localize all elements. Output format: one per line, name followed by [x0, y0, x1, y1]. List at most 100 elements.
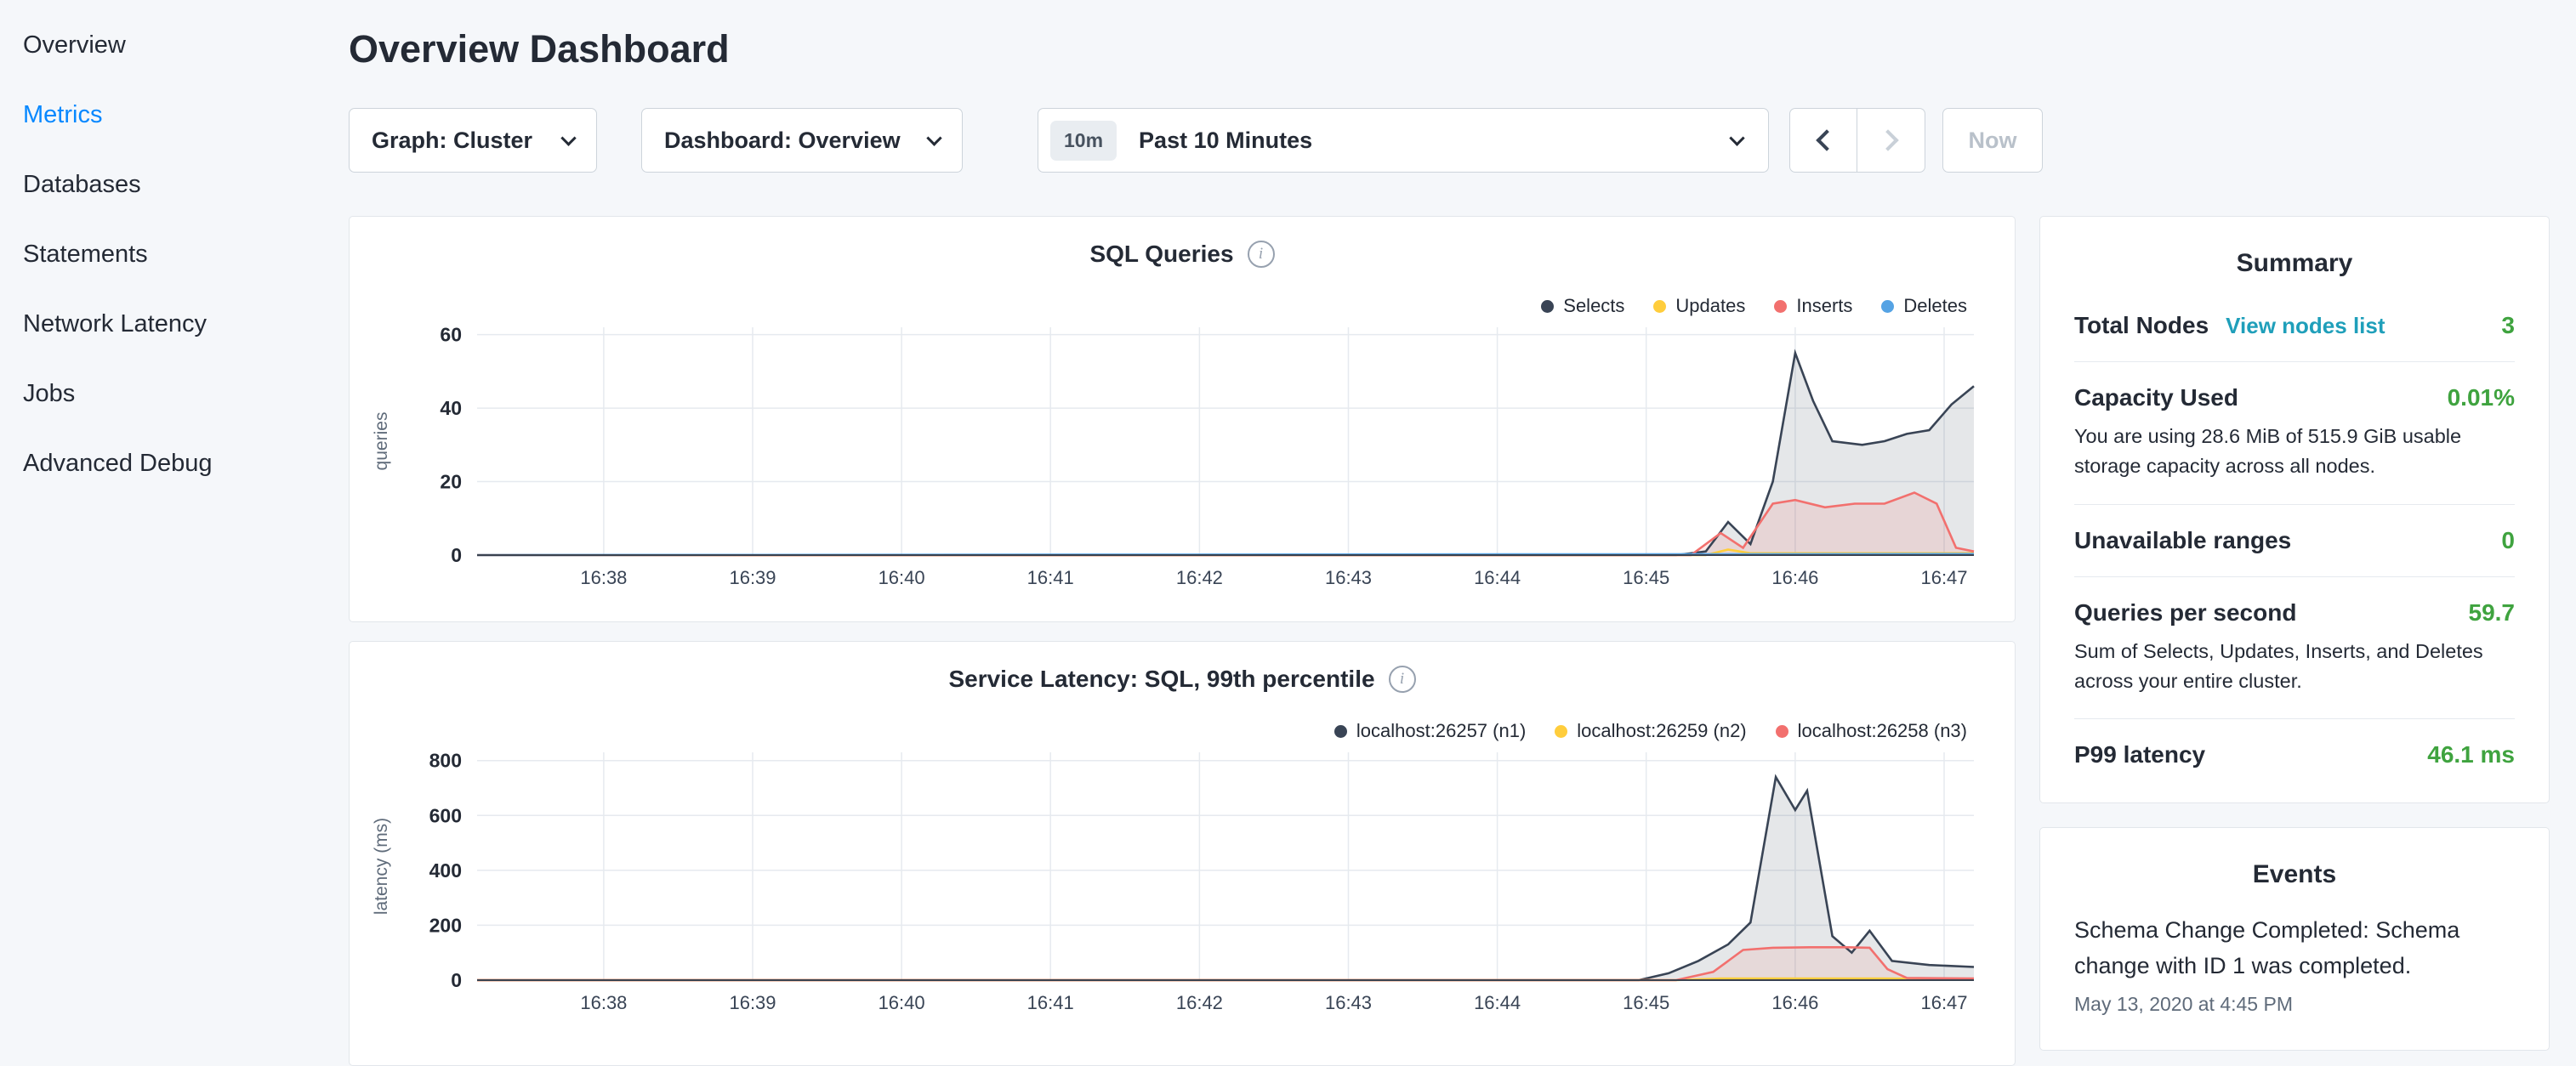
event-message: Schema Change Completed: Schema change w…: [2074, 913, 2515, 984]
summary-row-total-nodes: Total Nodes View nodes list 3: [2074, 290, 2515, 362]
unavailable-ranges-label: Unavailable ranges: [2074, 527, 2291, 554]
chevron-right-icon: [1877, 129, 1898, 150]
chevron-down-icon: [1729, 130, 1744, 145]
controls-bar: Graph: Cluster Dashboard: Overview 10m P…: [349, 108, 2043, 173]
page-title: Overview Dashboard: [349, 27, 730, 71]
svg-text:16:46: 16:46: [1771, 567, 1818, 588]
svg-text:0: 0: [451, 969, 462, 991]
sidebar-item-metrics[interactable]: Metrics: [0, 80, 340, 150]
legend-label: localhost:26257 (n1): [1356, 720, 1526, 742]
legend-label: localhost:26258 (n3): [1798, 720, 1967, 742]
svg-text:16:40: 16:40: [879, 992, 925, 1013]
summary-row-p99-latency: P99 latency 46.1 ms: [2074, 719, 2515, 791]
chart-title-row: SQL Queries i: [350, 241, 2015, 268]
svg-text:latency (ms): latency (ms): [372, 818, 391, 915]
sidebar-item-advanced-debug[interactable]: Advanced Debug: [0, 428, 340, 498]
view-nodes-list-link[interactable]: View nodes list: [2226, 313, 2385, 339]
sidebar-item-overview[interactable]: Overview: [0, 10, 340, 80]
p99-latency-label: P99 latency: [2074, 741, 2205, 768]
svg-text:16:41: 16:41: [1027, 567, 1074, 588]
now-button[interactable]: Now: [1942, 108, 2043, 173]
legend-label: Inserts: [1796, 295, 1852, 317]
legend-dot-icon: [1334, 725, 1347, 738]
right-column: Summary Total Nodes View nodes list 3 Ca…: [2039, 216, 2550, 1051]
svg-text:16:46: 16:46: [1771, 992, 1818, 1013]
time-forward-button[interactable]: [1857, 108, 1925, 173]
legend-item[interactable]: localhost:26258 (n3): [1776, 720, 1967, 742]
event-item[interactable]: Schema Change Completed: Schema change w…: [2074, 913, 2515, 1016]
legend-label: Selects: [1563, 295, 1624, 317]
legend-dot-icon: [1653, 300, 1666, 313]
svg-text:16:42: 16:42: [1176, 992, 1223, 1013]
info-icon[interactable]: i: [1389, 666, 1416, 693]
info-icon[interactable]: i: [1248, 241, 1275, 268]
total-nodes-label: Total Nodes: [2074, 312, 2209, 339]
sidebar-item-jobs[interactable]: Jobs: [0, 359, 340, 428]
unavailable-ranges-value: 0: [2501, 527, 2515, 554]
svg-text:40: 40: [440, 397, 462, 419]
svg-text:16:44: 16:44: [1474, 567, 1521, 588]
capacity-used-description: You are using 28.6 MiB of 515.9 GiB usab…: [2074, 422, 2515, 482]
chart-title: SQL Queries: [1089, 241, 1233, 268]
svg-text:800: 800: [429, 750, 462, 772]
legend-label: Updates: [1675, 295, 1745, 317]
svg-text:60: 60: [440, 324, 462, 346]
legend-dot-icon: [1776, 725, 1788, 738]
events-title: Events: [2074, 828, 2515, 901]
chart-plot: 020040060080016:3816:3916:4016:4116:4216…: [350, 740, 2016, 1038]
legend-dot-icon: [1541, 300, 1554, 313]
svg-text:16:44: 16:44: [1474, 992, 1521, 1013]
queries-per-second-description: Sum of Selects, Updates, Inserts, and De…: [2074, 637, 2515, 697]
svg-text:queries: queries: [372, 412, 391, 471]
chevron-down-icon: [926, 130, 941, 145]
legend-dot-icon: [1555, 725, 1567, 738]
svg-text:16:43: 16:43: [1325, 567, 1372, 588]
summary-row-unavailable-ranges: Unavailable ranges 0: [2074, 505, 2515, 577]
svg-text:16:47: 16:47: [1920, 992, 1967, 1013]
svg-text:16:43: 16:43: [1325, 992, 1372, 1013]
sidebar-item-statements[interactable]: Statements: [0, 219, 340, 289]
svg-text:16:39: 16:39: [729, 992, 776, 1013]
legend-item[interactable]: localhost:26259 (n2): [1555, 720, 1746, 742]
chart-plot: 0 20 40 60 16:38 16:39 16:40 16:41 16:42 16:43 16:…: [350, 315, 2016, 613]
total-nodes-value: 3: [2501, 312, 2515, 339]
legend-dot-icon: [1881, 300, 1894, 313]
chevron-down-icon: [560, 130, 576, 145]
svg-text:0: 0: [451, 544, 462, 566]
time-range-badge: 10m: [1050, 121, 1117, 161]
dashboard-dropdown-label: Dashboard: Overview: [664, 128, 901, 154]
legend-item[interactable]: Deletes: [1881, 295, 1967, 317]
graph-dropdown[interactable]: Graph: Cluster: [349, 108, 597, 173]
queries-per-second-value: 59.7: [2469, 599, 2516, 627]
svg-text:16:40: 16:40: [879, 567, 925, 588]
summary-row-queries-per-second: Queries per second 59.7 Sum of Selects, …: [2074, 577, 2515, 720]
legend-label: Deletes: [1903, 295, 1967, 317]
sidebar-item-network-latency[interactable]: Network Latency: [0, 289, 340, 359]
sql-queries-chart-card: SQL Queries i Selects Updates Inserts Delet…: [349, 216, 2016, 622]
legend-item[interactable]: Inserts: [1774, 295, 1852, 317]
legend-dot-icon: [1774, 300, 1787, 313]
dashboard-dropdown[interactable]: Dashboard: Overview: [641, 108, 963, 173]
event-timestamp: May 13, 2020 at 4:45 PM: [2074, 993, 2515, 1016]
summary-panel: Summary Total Nodes View nodes list 3 Ca…: [2039, 216, 2550, 803]
svg-text:16:39: 16:39: [729, 567, 776, 588]
legend-item[interactable]: Updates: [1653, 295, 1745, 317]
legend-item[interactable]: Selects: [1541, 295, 1624, 317]
chart-legend: localhost:26257 (n1) localhost:26259 (n2)…: [1334, 720, 1967, 742]
legend-item[interactable]: localhost:26257 (n1): [1334, 720, 1526, 742]
svg-text:16:42: 16:42: [1176, 567, 1223, 588]
sidebar-item-databases[interactable]: Databases: [0, 150, 340, 219]
summary-row-capacity-used: Capacity Used 0.01% You are using 28.6 M…: [2074, 362, 2515, 505]
svg-text:20: 20: [440, 471, 462, 493]
svg-text:16:38: 16:38: [580, 567, 627, 588]
summary-title: Summary: [2074, 217, 2515, 290]
svg-text:16:47: 16:47: [1920, 567, 1967, 588]
svg-text:16:38: 16:38: [580, 992, 627, 1013]
left-nav: OverviewMetricsDatabasesStatementsNetwor…: [0, 10, 340, 498]
svg-text:16:45: 16:45: [1623, 567, 1669, 588]
time-range-dropdown[interactable]: 10m Past 10 Minutes: [1038, 108, 1769, 173]
time-back-button[interactable]: [1789, 108, 1857, 173]
time-step-buttons: [1789, 108, 1925, 173]
time-range-label: Past 10 Minutes: [1139, 128, 1312, 154]
svg-text:200: 200: [429, 914, 462, 936]
